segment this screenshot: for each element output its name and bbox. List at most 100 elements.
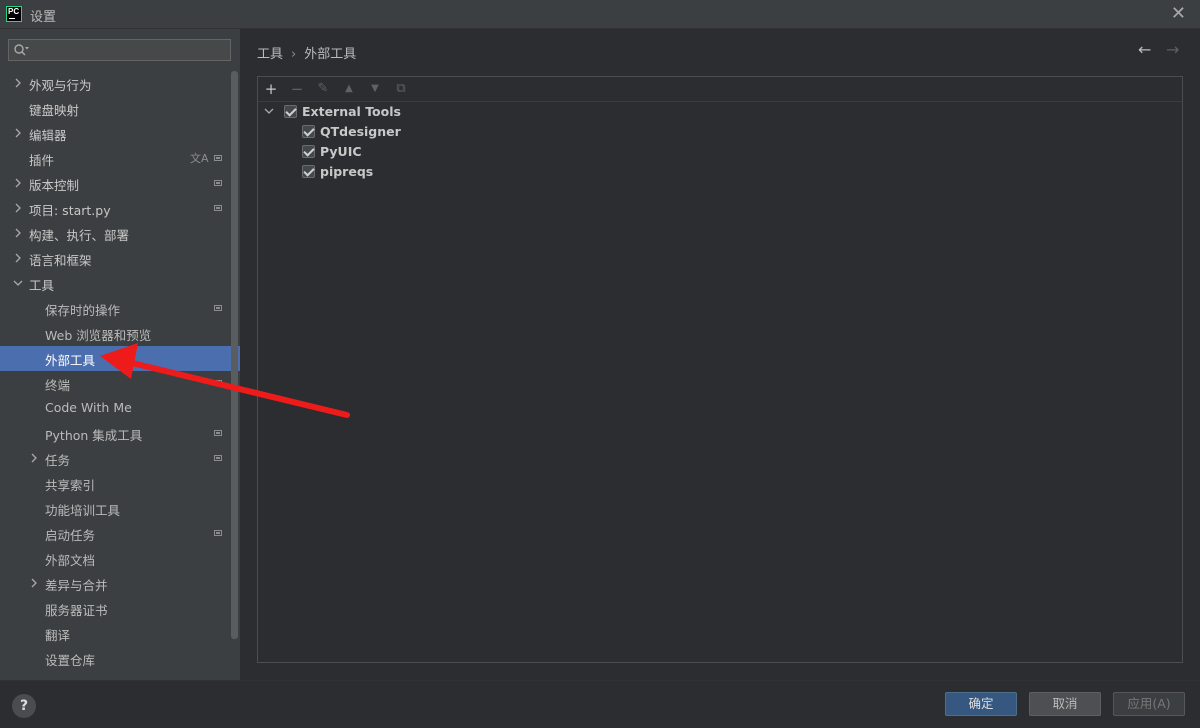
sidebar-item[interactable]: 版本控制 xyxy=(0,171,240,196)
tool-checkbox[interactable] xyxy=(302,145,315,158)
group-checkbox[interactable] xyxy=(284,105,297,118)
search-icon xyxy=(14,44,29,56)
search-input[interactable] xyxy=(33,41,227,61)
sidebar-item-label: 服务器证书 xyxy=(45,603,108,618)
sidebar-item[interactable]: 差异与合并 xyxy=(0,571,240,596)
sidebar-item-label: 编辑器 xyxy=(29,128,67,143)
sidebar-scrollbar[interactable] xyxy=(231,71,238,639)
cancel-button[interactable]: 取消 xyxy=(1029,692,1101,716)
sidebar-item-label: 共享索引 xyxy=(45,478,96,493)
add-icon[interactable]: + xyxy=(261,79,281,99)
settings-search[interactable] xyxy=(8,39,231,61)
breadcrumb-current: 外部工具 xyxy=(304,47,357,62)
sidebar-item[interactable]: 翻译 xyxy=(0,621,240,646)
sidebar-item[interactable]: 任务 xyxy=(0,446,240,471)
sidebar-item-label: 任务 xyxy=(45,453,71,468)
sidebar-item-label: 版本控制 xyxy=(29,178,80,193)
tool-item-label: pipreqs xyxy=(320,164,374,179)
sidebar-item[interactable]: 服务器证书 xyxy=(0,596,240,621)
project-scope-icon xyxy=(214,180,222,186)
tools-toolbar: + − ✎ ▲ ▼ ⧉ xyxy=(258,77,1182,102)
project-scope-icon xyxy=(214,380,222,386)
move-down-icon[interactable]: ▼ xyxy=(365,79,385,99)
sidebar-item[interactable]: 工具 xyxy=(0,271,240,296)
sidebar-item-label: 终端 xyxy=(45,378,71,393)
sidebar-item[interactable]: 编辑器 xyxy=(0,121,240,146)
tool-item-row[interactable]: PyUIC xyxy=(264,142,564,162)
back-arrow-icon[interactable]: ← xyxy=(1138,40,1151,59)
sidebar-item-label: 项目: start.py xyxy=(29,203,111,218)
project-scope-icon xyxy=(214,155,222,161)
project-scope-icon xyxy=(214,205,222,211)
sidebar-item[interactable]: 语言和框架 xyxy=(0,246,240,271)
breadcrumb-parent[interactable]: 工具 xyxy=(257,47,283,62)
chevron-down-icon[interactable] xyxy=(13,277,23,289)
sidebar-item-label: 差异与合并 xyxy=(45,578,108,593)
edit-icon[interactable]: ✎ xyxy=(313,79,333,99)
sidebar-item-label: 键盘映射 xyxy=(29,103,80,118)
window-title: 设置 xyxy=(30,10,57,25)
sidebar-item[interactable]: 项目: start.py xyxy=(0,196,240,221)
project-scope-icon xyxy=(214,455,222,461)
move-up-icon[interactable]: ▲ xyxy=(339,79,359,99)
chevron-down-icon[interactable] xyxy=(264,105,274,117)
sidebar-item[interactable]: 启动任务 xyxy=(0,521,240,546)
sidebar-item[interactable]: 保存时的操作 xyxy=(0,296,240,321)
sidebar-item-label: 设置仓库 xyxy=(45,653,96,668)
sidebar-item[interactable]: 外观与行为 xyxy=(0,71,240,96)
sidebar-item[interactable]: 外部工具 xyxy=(0,346,240,371)
tool-item-label: QTdesigner xyxy=(320,124,401,139)
project-scope-icon xyxy=(214,430,222,436)
tool-item-row[interactable]: pipreqs xyxy=(264,162,564,182)
sidebar-item[interactable]: 终端 xyxy=(0,371,240,396)
pycharm-logo-icon: PC xyxy=(6,6,22,22)
sidebar-item-label: 外部工具 xyxy=(45,353,96,368)
sidebar-item-label: 工具 xyxy=(29,278,55,293)
sidebar-item[interactable]: Code With Me xyxy=(0,396,240,421)
breadcrumb: 工具 › 外部工具 xyxy=(257,43,356,62)
tool-item-label: PyUIC xyxy=(320,144,362,159)
external-tools-panel: + − ✎ ▲ ▼ ⧉ External Tools QTdesigner Py… xyxy=(257,76,1183,663)
chevron-right-icon[interactable] xyxy=(29,452,39,464)
sidebar-item-label: 功能培训工具 xyxy=(45,503,121,518)
remove-icon[interactable]: − xyxy=(287,79,307,99)
chevron-right-icon[interactable] xyxy=(13,127,23,139)
close-icon[interactable]: ✕ xyxy=(1171,3,1186,24)
project-scope-icon xyxy=(214,530,222,536)
chevron-right-icon[interactable] xyxy=(13,77,23,89)
tool-group-label: External Tools xyxy=(302,104,401,119)
chevron-right-icon[interactable] xyxy=(13,252,23,264)
sidebar-item-label: Code With Me xyxy=(45,400,132,415)
tool-item-row[interactable]: QTdesigner xyxy=(264,122,564,142)
sidebar-item-label: Python 集成工具 xyxy=(45,428,143,443)
content-pane: 工具 › 外部工具 ← → + − ✎ ▲ ▼ ⧉ External Tools Q… xyxy=(240,29,1200,680)
sidebar-item[interactable]: 外部文档 xyxy=(0,546,240,571)
sidebar-item[interactable]: 构建、执行、部署 xyxy=(0,221,240,246)
sidebar-item[interactable]: 功能培训工具 xyxy=(0,496,240,521)
breadcrumb-separator: › xyxy=(291,47,297,62)
tool-checkbox[interactable] xyxy=(302,165,315,178)
settings-sidebar: 外观与行为键盘映射编辑器插件 文A 版本控制项目: start.py 构建、执行、部署… xyxy=(0,29,240,680)
tool-group-row[interactable]: External Tools xyxy=(264,102,564,122)
ok-button[interactable]: 确定 xyxy=(945,692,1017,716)
sidebar-item[interactable]: 插件 文A xyxy=(0,146,240,171)
sidebar-item-label: 保存时的操作 xyxy=(45,303,121,318)
sidebar-item-label: 语言和框架 xyxy=(29,253,92,268)
sidebar-item[interactable]: 键盘映射 xyxy=(0,96,240,121)
help-icon[interactable]: ? xyxy=(12,694,36,718)
copy-icon[interactable]: ⧉ xyxy=(391,79,411,99)
forward-arrow-icon[interactable]: → xyxy=(1166,40,1179,59)
tool-checkbox[interactable] xyxy=(302,125,315,138)
chevron-right-icon[interactable] xyxy=(13,177,23,189)
chevron-right-icon[interactable] xyxy=(13,202,23,214)
sidebar-item[interactable]: Python 集成工具 xyxy=(0,421,240,446)
sidebar-item[interactable]: 设置仓库 xyxy=(0,646,240,671)
chevron-right-icon[interactable] xyxy=(29,577,39,589)
project-scope-icon xyxy=(214,305,222,311)
dialog-footer: ? 确定 取消 应用(A) xyxy=(0,680,1200,728)
apply-button[interactable]: 应用(A) xyxy=(1113,692,1185,716)
sidebar-item[interactable]: Web 浏览器和预览 xyxy=(0,321,240,346)
sidebar-item[interactable]: 共享索引 xyxy=(0,471,240,496)
chevron-right-icon[interactable] xyxy=(13,227,23,239)
sidebar-item-label: Web 浏览器和预览 xyxy=(45,328,152,343)
